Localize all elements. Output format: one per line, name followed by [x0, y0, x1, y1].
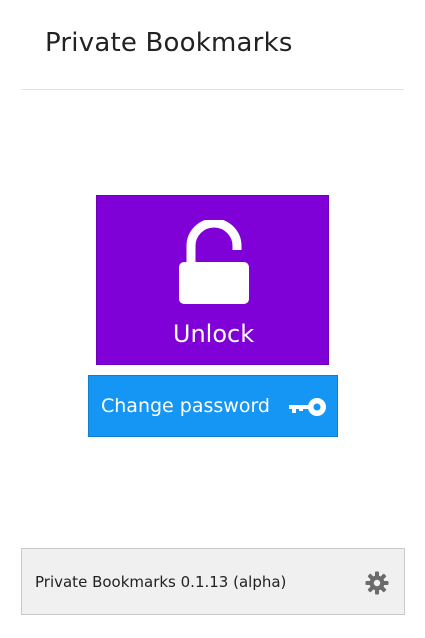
key-icon: [289, 398, 326, 416]
version-text: Private Bookmarks 0.1.13 (alpha): [35, 573, 287, 591]
unlock-button[interactable]: Unlock: [96, 195, 329, 365]
app-page: Private Bookmarks Unlock Change password…: [0, 0, 425, 638]
gear-icon[interactable]: [365, 571, 389, 595]
change-password-label: Change password: [101, 395, 270, 417]
unlock-label: Unlock: [172, 320, 255, 348]
unlocked-padlock-icon: [179, 220, 249, 304]
header-divider: [21, 89, 404, 90]
footer-bar: Private Bookmarks 0.1.13 (alpha): [21, 548, 405, 615]
page-title: Private Bookmarks: [45, 28, 293, 58]
change-password-button[interactable]: Change password: [88, 375, 338, 437]
